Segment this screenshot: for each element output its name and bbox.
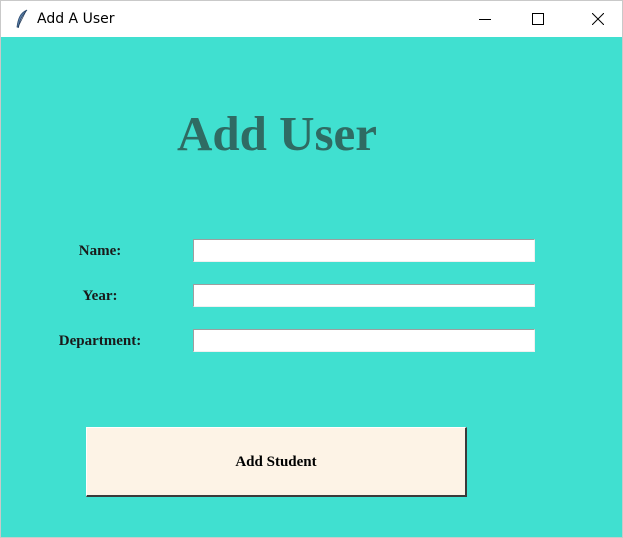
year-field[interactable] bbox=[193, 284, 535, 307]
app-window: Add A User Add User Name: Year: Departme… bbox=[0, 0, 623, 538]
add-student-button[interactable]: Add Student bbox=[86, 427, 467, 497]
close-icon bbox=[592, 13, 604, 25]
maximize-button[interactable] bbox=[515, 1, 561, 37]
form-panel: Add User Name: Year: Department: Add Stu… bbox=[1, 37, 622, 537]
feather-icon bbox=[15, 9, 29, 29]
department-field[interactable] bbox=[193, 329, 535, 352]
page-title: Add User bbox=[176, 106, 378, 161]
name-label: Name: bbox=[78, 243, 122, 259]
minimize-icon bbox=[479, 19, 491, 20]
close-button[interactable] bbox=[575, 1, 621, 37]
name-field[interactable] bbox=[193, 239, 535, 262]
minimize-button[interactable] bbox=[462, 1, 508, 37]
window-title: Add A User bbox=[37, 11, 115, 27]
maximize-icon bbox=[532, 13, 544, 25]
year-label: Year: bbox=[82, 288, 118, 304]
title-bar[interactable]: Add A User bbox=[1, 1, 622, 37]
department-label: Department: bbox=[58, 333, 142, 349]
